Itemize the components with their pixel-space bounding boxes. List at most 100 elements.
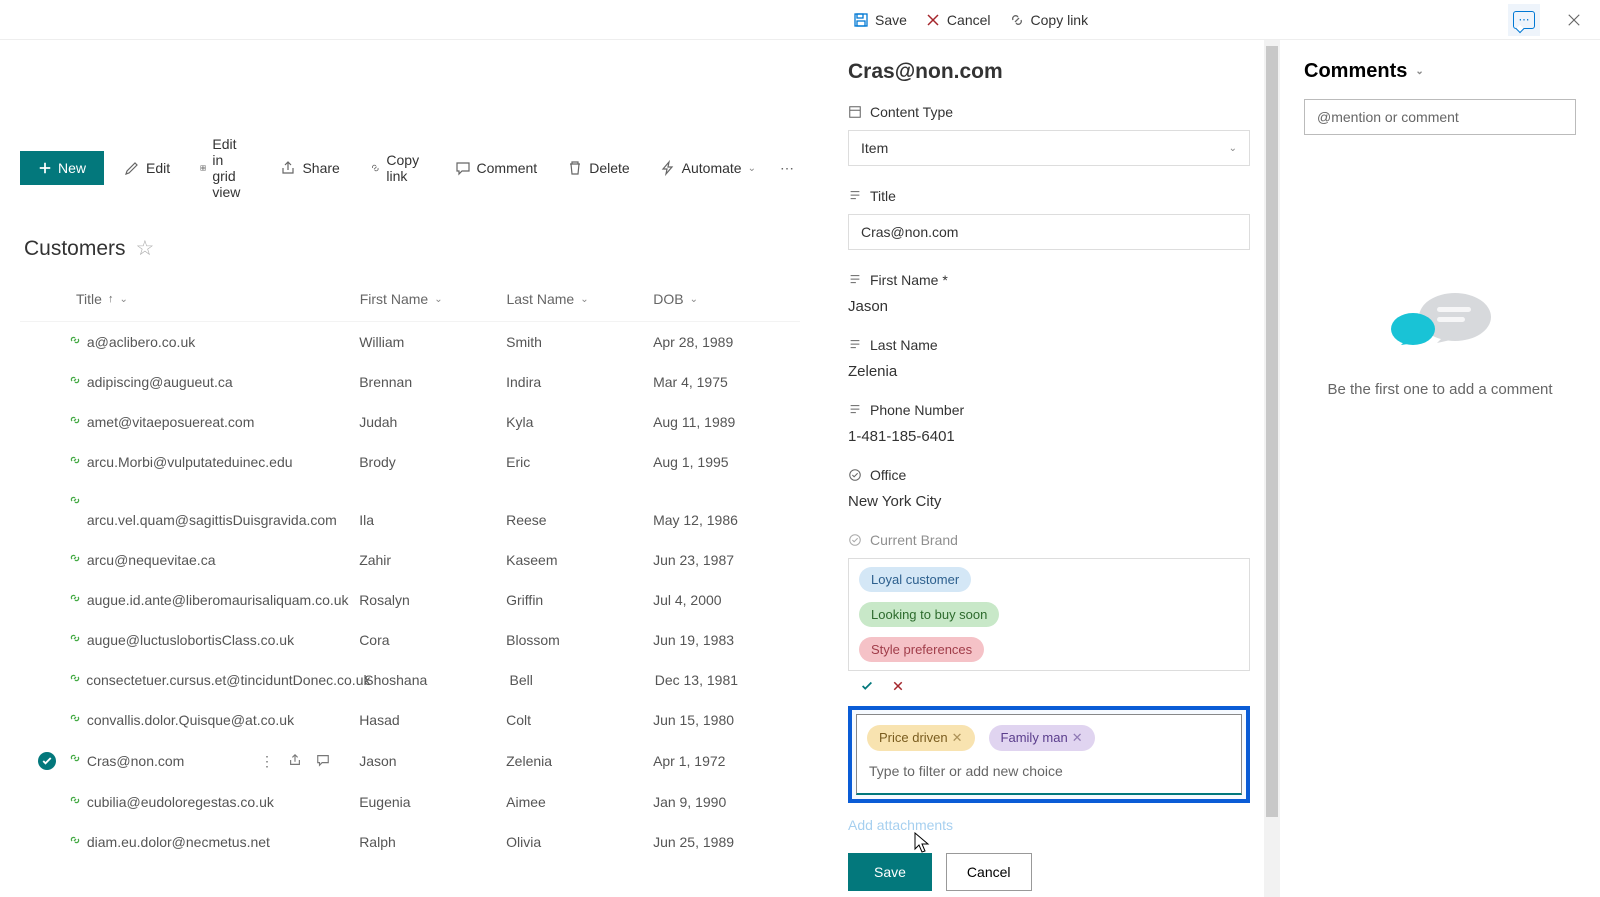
pane-scrollbar[interactable]	[1264, 40, 1280, 897]
chip-price[interactable]: Price driven✕	[867, 725, 975, 751]
cancel-action[interactable]: Cancel	[925, 12, 991, 28]
table-row[interactable]: amet@vitaeposuereat.comJudahKylaAug 11, …	[20, 402, 800, 442]
choice-filter-input[interactable]	[867, 757, 1231, 785]
table-row[interactable]: Cras@non.comJasonZeleniaApr 1, 1972⋮	[20, 740, 800, 782]
edit-grid-button[interactable]: Edit in grid view	[190, 130, 260, 206]
feedback-button[interactable]: ⋯	[1508, 4, 1540, 36]
remove-chip-icon[interactable]: ✕	[1072, 730, 1083, 745]
table-row[interactable]: convallis.dolor.Quisque@at.co.ukHasadCol…	[20, 700, 800, 740]
comment-button[interactable]: Comment	[445, 154, 548, 182]
delete-label: Delete	[589, 160, 629, 176]
new-button[interactable]: New	[20, 151, 104, 185]
chip-looking[interactable]: Looking to buy soon	[859, 602, 999, 627]
title-value: Cras@non.com	[861, 224, 958, 240]
table-row[interactable]: cubilia@eudoloregestas.co.ukEugeniaAimee…	[20, 782, 800, 822]
content-type-select[interactable]: Item ⌄	[848, 130, 1250, 166]
table-row[interactable]: arcu.vel.quam@sagittisDuisgravida.comIla…	[20, 482, 800, 540]
table-row[interactable]: diam.eu.dolor@necmetus.netRalphOliviaJun…	[20, 822, 800, 862]
scrollbar-thumb[interactable]	[1266, 46, 1278, 817]
table-row[interactable]: consectetuer.cursus.et@tinciduntDonec.co…	[20, 660, 800, 700]
new-label: New	[58, 160, 86, 176]
automate-button[interactable]: Automate ⌄	[650, 154, 766, 182]
item-link-icon	[70, 412, 80, 422]
row-more-icon[interactable]: ⋮	[260, 753, 274, 770]
col-title-header[interactable]: Title↑⌄	[76, 291, 360, 307]
comments-pane: Comments ⌄ @mention or comment Be the fi…	[1280, 40, 1600, 897]
edit-label: Edit	[146, 160, 170, 176]
cell-dob: May 12, 1986	[653, 512, 800, 528]
chevron-down-icon: ⌄	[748, 163, 756, 174]
edit-icon	[124, 160, 140, 176]
cell-title: arcu.Morbi@vulputateduinec.edu	[75, 454, 359, 470]
content-type-label: Content Type	[870, 104, 953, 120]
cell-first-name: William	[359, 334, 506, 350]
confirm-choice-button[interactable]	[860, 679, 874, 696]
chevron-down-icon: ⌄	[1415, 66, 1423, 77]
share-icon	[280, 160, 296, 176]
cell-dob: Jan 9, 1990	[653, 794, 800, 810]
cell-last-name: Indira	[506, 374, 653, 390]
comment-icon	[455, 160, 471, 176]
edit-button[interactable]: Edit	[114, 154, 180, 182]
add-attachments-link[interactable]: Add attachments	[848, 817, 1250, 833]
main-list-area: New Edit Edit in grid view Share Copy li…	[0, 100, 820, 897]
cell-title: augue.id.ante@liberomaurisaliquam.co.uk	[75, 592, 359, 608]
plus-icon	[38, 161, 52, 175]
cell-dob: Mar 4, 1975	[653, 374, 800, 390]
chip-loyal[interactable]: Loyal customer	[859, 567, 971, 592]
office-value[interactable]: New York City	[848, 493, 1250, 510]
last-name-value[interactable]: Zelenia	[848, 363, 1250, 380]
table-row[interactable]: a@aclibero.co.ukWilliamSmithApr 28, 1989	[20, 322, 800, 362]
table-row[interactable]: augue@luctuslobortisClass.co.ukCoraBloss…	[20, 620, 800, 660]
pane-save-button[interactable]: Save	[848, 853, 932, 891]
choice-icon	[848, 533, 862, 547]
comment-input[interactable]: @mention or comment	[1304, 99, 1576, 135]
row-comment-icon[interactable]	[316, 753, 330, 770]
chip-style[interactable]: Style preferences	[859, 637, 984, 662]
row-checkbox[interactable]	[38, 752, 56, 770]
copy-link-action[interactable]: Copy link	[1009, 12, 1089, 28]
comments-title-row[interactable]: Comments ⌄	[1304, 60, 1576, 83]
cell-last-name: Smith	[506, 334, 653, 350]
col-firstname-header[interactable]: First Name⌄	[360, 291, 507, 307]
cell-first-name: Shoshana	[364, 672, 509, 688]
comment-label: Comment	[477, 160, 538, 176]
choice-picker[interactable]: Price driven✕ Family man✕	[856, 714, 1242, 795]
remove-chip-icon[interactable]: ✕	[952, 730, 963, 745]
more-button[interactable]: ⋯	[776, 154, 800, 183]
table-row[interactable]: arcu@nequevitae.caZahirKaseemJun 23, 198…	[20, 540, 800, 580]
cell-title: diam.eu.dolor@necmetus.net	[75, 834, 359, 850]
col-dob-header[interactable]: DOB⌄	[653, 291, 800, 307]
favorite-star-icon[interactable]: ☆	[136, 236, 155, 261]
cancel-choice-button[interactable]	[892, 679, 904, 696]
table-row[interactable]: adipiscing@augueut.caBrennanIndiraMar 4,…	[20, 362, 800, 402]
first-name-value[interactable]: Jason	[848, 298, 1250, 315]
cell-first-name: Brennan	[359, 374, 506, 390]
pane-cancel-button[interactable]: Cancel	[946, 853, 1032, 891]
table-row[interactable]: augue.id.ante@liberomaurisaliquam.co.ukR…	[20, 580, 800, 620]
item-link-icon	[70, 492, 80, 502]
comments-title: Comments	[1304, 60, 1407, 83]
item-link-icon	[70, 792, 80, 802]
share-button[interactable]: Share	[270, 154, 349, 182]
field-office: Office New York City	[848, 467, 1250, 510]
field-content-type: Content Type Item ⌄	[848, 104, 1250, 166]
cell-title: arcu@nequevitae.ca	[75, 552, 359, 568]
title-input[interactable]: Cras@non.com	[848, 214, 1250, 250]
choice-picker-highlight: Price driven✕ Family man✕	[848, 706, 1250, 803]
row-share-icon[interactable]	[288, 753, 302, 770]
x-icon	[892, 680, 904, 692]
chip-family[interactable]: Family man✕	[989, 725, 1095, 751]
col-lastname-header[interactable]: Last Name⌄	[506, 291, 653, 307]
save-action[interactable]: Save	[853, 12, 907, 28]
save-label: Save	[875, 12, 907, 28]
col-fn-label: First Name	[360, 291, 428, 307]
table-row[interactable]: arcu.Morbi@vulputateduinec.eduBrodyEricA…	[20, 442, 800, 482]
close-pane-button[interactable]	[1558, 4, 1590, 36]
automate-icon	[660, 160, 676, 176]
phone-value[interactable]: 1-481-185-6401	[848, 428, 1250, 445]
copy-link-button[interactable]: Copy link	[360, 146, 435, 190]
more-icon: ⋯	[780, 160, 796, 177]
delete-button[interactable]: Delete	[557, 154, 639, 182]
check-icon	[860, 679, 874, 693]
